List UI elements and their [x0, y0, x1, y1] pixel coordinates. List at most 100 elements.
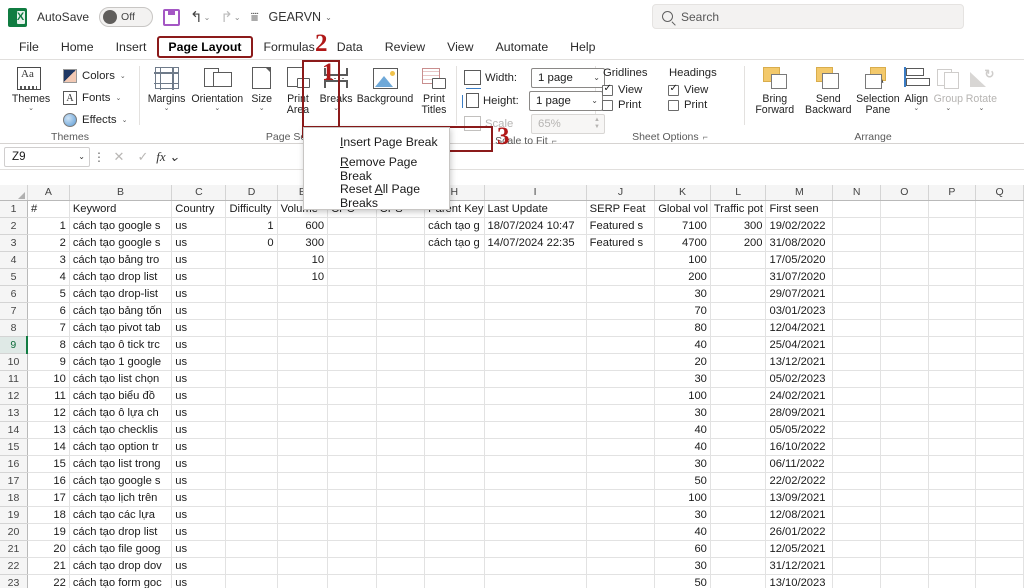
cell-H3[interactable]: cách tạo g: [424, 234, 485, 252]
cell-M8[interactable]: 12/04/2021: [765, 319, 834, 337]
cell-C12[interactable]: us: [171, 387, 227, 405]
cell-N22[interactable]: [832, 557, 881, 575]
save-button[interactable]: [163, 8, 181, 26]
cell-C13[interactable]: us: [171, 404, 227, 422]
cell-A5[interactable]: 4: [27, 268, 70, 286]
cell-B21[interactable]: cách tạo file goog: [69, 540, 173, 558]
cell-K1[interactable]: Global vol: [654, 200, 711, 218]
search-input[interactable]: Search: [652, 4, 964, 29]
cell-P19[interactable]: [928, 506, 977, 524]
cell-F10[interactable]: [327, 353, 377, 371]
cell-B19[interactable]: cách tạo các lựa: [69, 506, 173, 524]
cell-A6[interactable]: 5: [27, 285, 70, 303]
cell-J1[interactable]: SERP Feat: [586, 200, 656, 218]
cell-D12[interactable]: [225, 387, 278, 405]
cell-G21[interactable]: [376, 540, 426, 558]
cell-B3[interactable]: cách tạo google s: [69, 234, 173, 252]
spreadsheet-grid[interactable]: A B C D E F G H I J K L M N O P Q 1: [0, 185, 1024, 588]
cell-C16[interactable]: us: [171, 455, 227, 473]
gridlines-view-checkbox[interactable]: View: [602, 83, 642, 96]
cell-P15[interactable]: [928, 438, 977, 456]
row-header-1[interactable]: 1: [0, 200, 28, 218]
cell-J8[interactable]: [586, 319, 656, 337]
cell-I20[interactable]: [484, 523, 587, 541]
cell-F5[interactable]: [327, 268, 377, 286]
cell-P3[interactable]: [928, 234, 977, 252]
cell-K13[interactable]: 30: [654, 404, 711, 422]
selection-pane-button[interactable]: Selection Pane: [855, 64, 901, 118]
cell-E4[interactable]: 10: [277, 251, 329, 269]
cell-F2[interactable]: [327, 217, 377, 235]
cell-M6[interactable]: 29/07/2021: [765, 285, 834, 303]
table-row[interactable]: 22 21 cách tạo drop dov us 30 31/12/2021: [0, 557, 1024, 575]
cell-A16[interactable]: 15: [27, 455, 70, 473]
cell-A18[interactable]: 17: [27, 489, 70, 507]
table-row[interactable]: 7 6 cách tạo bảng tốn us 70 03/01/2023: [0, 302, 1024, 320]
cell-K20[interactable]: 40: [654, 523, 711, 541]
cell-P21[interactable]: [928, 540, 977, 558]
cell-P1[interactable]: [928, 200, 977, 218]
cell-Q7[interactable]: [975, 302, 1024, 320]
row-header-9[interactable]: 9: [0, 336, 29, 354]
table-row[interactable]: 6 5 cách tạo drop-list us 30 29/07/2021: [0, 285, 1024, 303]
cell-J13[interactable]: [586, 404, 656, 422]
cell-G17[interactable]: [376, 472, 426, 490]
cell-D22[interactable]: [225, 557, 278, 575]
cell-I13[interactable]: [484, 404, 587, 422]
table-row[interactable]: 13 12 cách tạo ô lựa ch us 30 28/09/2021: [0, 404, 1024, 422]
cell-F20[interactable]: [327, 523, 377, 541]
cell-K7[interactable]: 70: [654, 302, 711, 320]
cell-M21[interactable]: 12/05/2021: [765, 540, 834, 558]
table-row[interactable]: 3 2 cách tạo google s us 0 300 cách tạo g 14/07…: [0, 234, 1024, 252]
tab-automate[interactable]: Automate: [485, 37, 560, 57]
cell-H6[interactable]: [424, 285, 485, 303]
cell-I15[interactable]: [484, 438, 587, 456]
menu-item-reset-all-page-breaks[interactable]: Reset All Page Breaks: [304, 182, 449, 210]
cell-D2[interactable]: 1: [225, 217, 278, 235]
cell-E3[interactable]: 300: [277, 234, 329, 252]
cell-Q16[interactable]: [975, 455, 1024, 473]
cell-L18[interactable]: [710, 489, 767, 507]
cell-D23[interactable]: [225, 574, 278, 588]
cell-A21[interactable]: 20: [27, 540, 70, 558]
cell-P12[interactable]: [928, 387, 977, 405]
cell-K14[interactable]: 40: [654, 421, 711, 439]
row-header-23[interactable]: 23: [0, 574, 28, 588]
tab-insert[interactable]: Insert: [105, 37, 158, 57]
cell-D8[interactable]: [225, 319, 278, 337]
cell-F22[interactable]: [327, 557, 377, 575]
cell-C11[interactable]: us: [171, 370, 227, 388]
cell-N17[interactable]: [832, 472, 881, 490]
cell-Q20[interactable]: [975, 523, 1024, 541]
cell-B20[interactable]: cách tạo drop list: [69, 523, 173, 541]
cell-I19[interactable]: [484, 506, 587, 524]
cell-A14[interactable]: 13: [27, 421, 70, 439]
cell-H14[interactable]: [424, 421, 485, 439]
cell-B23[interactable]: cách tạo form goc: [69, 574, 173, 588]
cell-D10[interactable]: [225, 353, 278, 371]
cell-M4[interactable]: 17/05/2020: [765, 251, 834, 269]
cell-P8[interactable]: [928, 319, 977, 337]
cell-L8[interactable]: [710, 319, 767, 337]
row-header-19[interactable]: 19: [0, 506, 28, 524]
cell-H12[interactable]: [424, 387, 485, 405]
cell-N7[interactable]: [832, 302, 881, 320]
enter-icon[interactable]: ✓: [132, 149, 154, 165]
tab-page-layout[interactable]: Page Layout: [157, 36, 253, 58]
cell-F15[interactable]: [327, 438, 377, 456]
cell-N13[interactable]: [832, 404, 881, 422]
cell-L17[interactable]: [710, 472, 767, 490]
cell-M19[interactable]: 12/08/2021: [765, 506, 834, 524]
col-header-L[interactable]: L: [710, 185, 767, 201]
cell-E16[interactable]: [277, 455, 329, 473]
cell-N1[interactable]: [832, 200, 881, 218]
row-header-3[interactable]: 3: [0, 234, 28, 252]
cell-C1[interactable]: Country: [171, 200, 227, 218]
cell-O18[interactable]: [880, 489, 929, 507]
cell-N11[interactable]: [832, 370, 881, 388]
qat-more-icon[interactable]: ⩸: [251, 9, 259, 25]
cell-Q8[interactable]: [975, 319, 1024, 337]
cell-I16[interactable]: [484, 455, 587, 473]
cell-B9[interactable]: cách tạo ô tick trc: [69, 336, 173, 354]
cell-J16[interactable]: [586, 455, 656, 473]
